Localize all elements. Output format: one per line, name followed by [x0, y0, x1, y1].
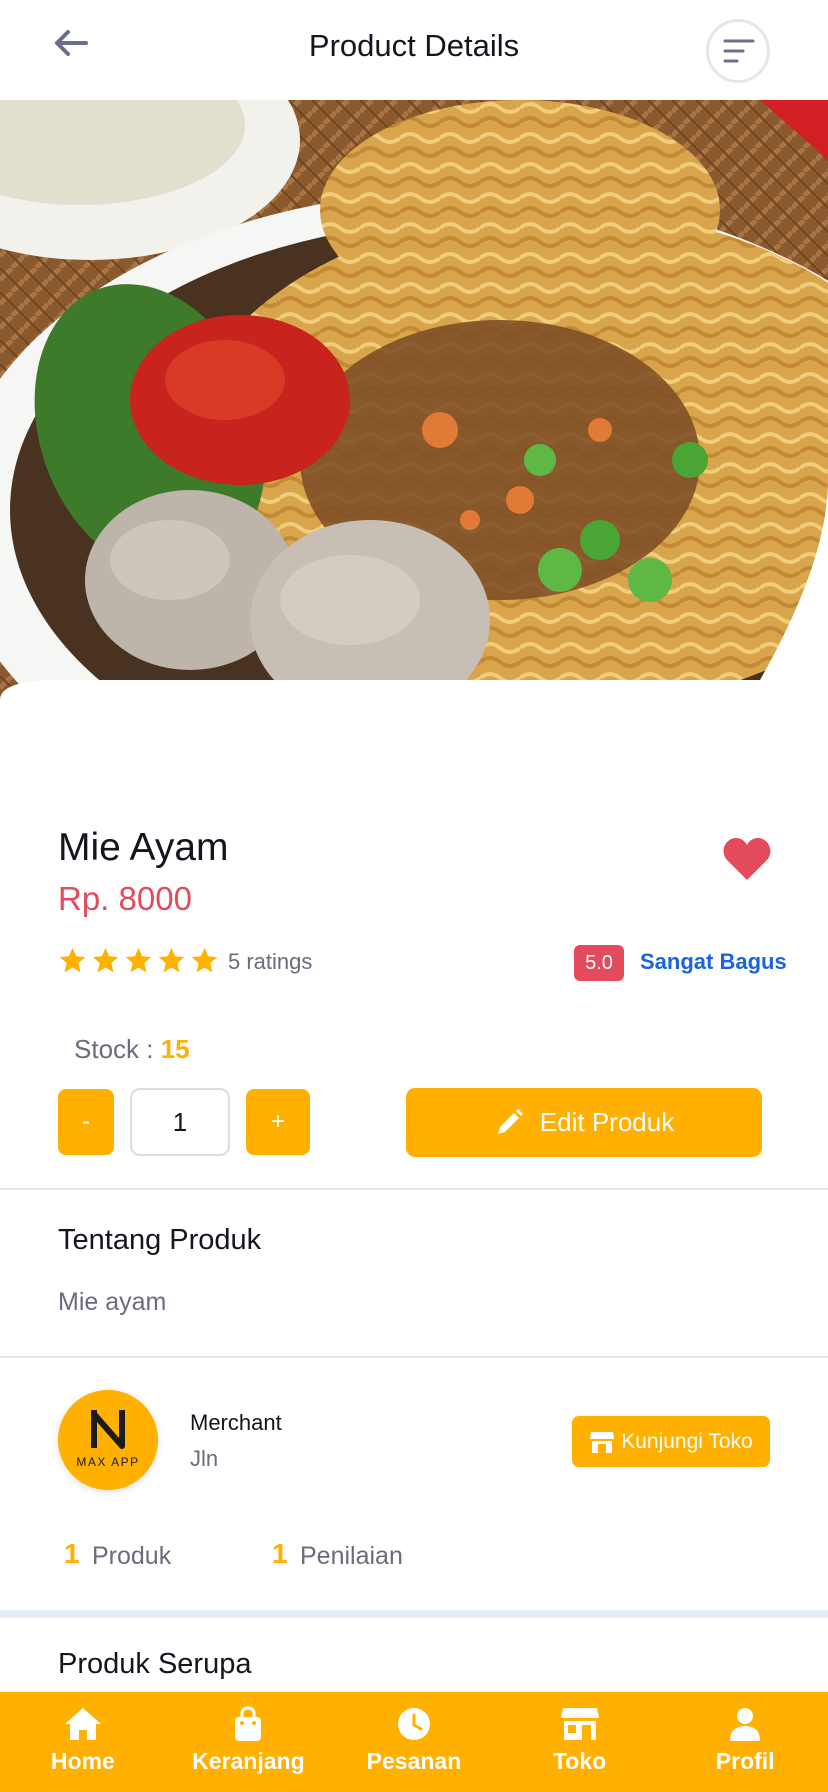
- stock-label: Stock : 15: [74, 1034, 190, 1065]
- quantity-increase-button[interactable]: +: [246, 1089, 310, 1155]
- score-label: Sangat Bagus: [640, 949, 787, 974]
- nav-store[interactable]: Toko: [497, 1692, 663, 1792]
- visit-store-button[interactable]: Kunjungi Toko: [572, 1416, 770, 1467]
- reviews-label: Penilaian: [300, 1542, 403, 1570]
- divider: [0, 1356, 828, 1358]
- merchant-logo: MAX APP: [58, 1390, 158, 1490]
- edit-product-label: Edit Produk: [539, 1107, 675, 1137]
- products-count: 1: [64, 1538, 80, 1569]
- nav-cart[interactable]: Keranjang: [166, 1692, 332, 1792]
- rating-count: 5 ratings: [228, 949, 313, 974]
- nav-orders[interactable]: Pesanan: [331, 1692, 497, 1792]
- section-divider: [0, 1610, 828, 1618]
- nav-store-label: Toko: [552, 1748, 607, 1774]
- divider: [0, 1188, 828, 1190]
- about-title: Tentang Produk: [58, 1224, 262, 1256]
- nav-orders-label: Pesanan: [366, 1748, 462, 1774]
- product-name: Mie Ayam: [58, 826, 229, 869]
- nav-home-label: Home: [50, 1748, 115, 1774]
- nav-profile-label: Profil: [715, 1748, 775, 1774]
- store-icon: [560, 1708, 599, 1740]
- reviews-count: 1: [272, 1538, 288, 1569]
- product-price: Rp. 8000: [58, 880, 192, 917]
- pencil-icon: [497, 1108, 523, 1134]
- similar-products-title: Produk Serupa: [58, 1648, 252, 1680]
- star-icon: [92, 947, 119, 973]
- nav-home[interactable]: Home: [0, 1692, 166, 1792]
- heart-icon: [723, 838, 771, 880]
- nav-cart-label: Keranjang: [192, 1748, 305, 1774]
- score-badge: 5.0: [574, 945, 624, 981]
- visit-store-label: Kunjungi Toko: [621, 1429, 753, 1453]
- app-header: Product Details: [0, 0, 828, 100]
- stock-label-text: Stock :: [74, 1034, 161, 1064]
- star-icon: [125, 947, 152, 973]
- menu-button[interactable]: [706, 19, 770, 83]
- user-icon: [730, 1708, 761, 1741]
- store-icon: [590, 1431, 615, 1453]
- home-icon: [64, 1708, 101, 1740]
- menu-lines-icon: [723, 39, 755, 63]
- quantity-input[interactable]: [130, 1088, 230, 1156]
- star-icon: [191, 947, 218, 973]
- nav-profile[interactable]: Profil: [662, 1692, 828, 1792]
- stock-value: 15: [160, 1034, 190, 1064]
- star-icon: [59, 947, 86, 973]
- merchant-logo-text: MAX APP: [76, 1455, 139, 1469]
- clock-icon: [397, 1708, 430, 1740]
- quantity-decrease-button[interactable]: -: [58, 1089, 114, 1155]
- merchant-name: Merchant: [190, 1410, 282, 1435]
- favorite-button[interactable]: [722, 836, 772, 882]
- page-title: Product Details: [308, 28, 520, 63]
- products-label: Produk: [92, 1542, 172, 1570]
- shopping-bag-icon: [235, 1706, 262, 1741]
- about-description: Mie ayam: [58, 1288, 167, 1316]
- bottom-navigation: Home Keranjang Pesanan Toko Profil: [0, 1692, 828, 1792]
- star-icon: [158, 947, 185, 973]
- product-image: [0, 100, 828, 790]
- merchant-address: Jln: [190, 1446, 219, 1471]
- edit-product-button[interactable]: Edit Produk: [406, 1088, 762, 1157]
- rating-stars: [58, 946, 219, 978]
